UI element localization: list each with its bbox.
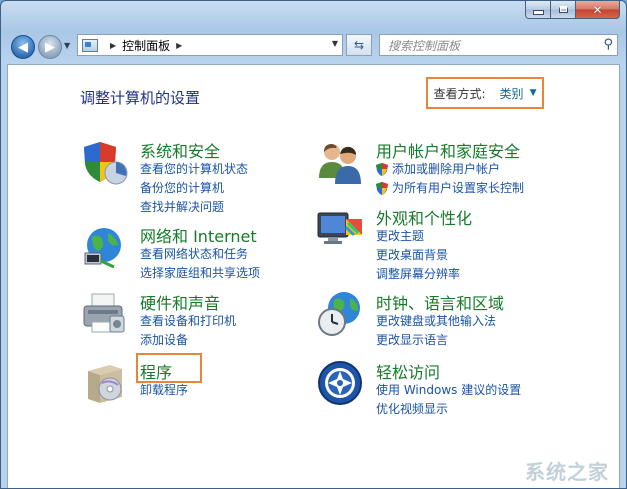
shield-chart-icon[interactable] [80, 138, 128, 186]
forward-button[interactable]: ▶ [38, 35, 62, 59]
forward-arrow-icon: ▶ [45, 39, 55, 55]
link-screen-resolution[interactable]: 调整屏幕分辨率 [376, 265, 460, 284]
ease-of-access-icon[interactable] [316, 359, 364, 407]
category-title[interactable]: 硬件和声音 [140, 290, 220, 314]
view-mode-selector[interactable]: 查看方式: 类别 ▼ [426, 77, 544, 109]
link-add-device[interactable]: 添加设备 [140, 331, 236, 350]
search-placeholder: 搜索控制面板 [388, 38, 461, 53]
link-find-fix-problems[interactable]: 查找并解决问题 [140, 198, 248, 217]
recent-pages-dropdown[interactable]: ▼ [64, 41, 70, 50]
address-bar[interactable]: ▶ 控制面板 ▶ ▼ [77, 34, 343, 56]
back-arrow-icon: ◀ [18, 39, 28, 55]
breadcrumb-separator-icon[interactable]: ▶ [110, 41, 116, 50]
category-title[interactable]: 时钟、语言和区域 [376, 290, 504, 314]
category-title[interactable]: 网络和 Internet [140, 223, 257, 247]
printer-icon[interactable] [80, 290, 128, 338]
address-dropdown-icon[interactable]: ▼ [332, 39, 338, 48]
view-mode-label: 查看方式: [433, 86, 486, 101]
clock-globe-icon[interactable] [316, 290, 364, 338]
link-view-computer-status[interactable]: 查看您的计算机状态 [140, 160, 248, 179]
link-view-network-status[interactable]: 查看网络状态和任务 [140, 245, 260, 264]
category-title[interactable]: 轻松访问 [376, 359, 440, 383]
programs-box-icon[interactable] [80, 359, 128, 407]
breadcrumb-control-panel[interactable]: 控制面板 [122, 37, 170, 54]
close-button[interactable]: ✕ [576, 1, 620, 19]
link-windows-recommended[interactable]: 使用 Windows 建议的设置 [376, 381, 521, 400]
control-panel-icon [82, 38, 98, 52]
link-devices-printers[interactable]: 查看设备和打印机 [140, 312, 236, 331]
category-title[interactable]: 系统和安全 [140, 138, 220, 162]
link-homegroup-sharing[interactable]: 选择家庭组和共享选项 [140, 264, 260, 283]
search-icon[interactable]: ⚲ [603, 37, 613, 52]
breadcrumb-chevron-icon[interactable]: ▶ [176, 41, 182, 50]
maximize-icon [558, 6, 568, 13]
watermark-logo: 系统之家 [525, 460, 609, 484]
refresh-button[interactable]: ⇆ [346, 34, 372, 56]
link-parental-controls[interactable]: 为所有用户设置家长控制 [376, 179, 524, 198]
link-change-display-language[interactable]: 更改显示语言 [376, 331, 496, 350]
search-input[interactable]: 搜索控制面板 ⚲ [379, 34, 618, 56]
minimize-icon [532, 10, 544, 15]
uac-shield-icon [376, 182, 388, 195]
view-mode-value[interactable]: 类别 [500, 85, 524, 102]
monitor-palette-icon[interactable] [316, 205, 364, 253]
category-title[interactable]: 用户帐户和家庭安全 [376, 138, 520, 162]
network-globe-icon[interactable] [80, 223, 128, 271]
back-button[interactable]: ◀ [11, 35, 35, 59]
minimize-button[interactable] [525, 1, 551, 19]
link-backup-computer[interactable]: 备份您的计算机 [140, 179, 248, 198]
uac-shield-icon [376, 163, 388, 176]
control-panel-window: ✕ ◀ ▶ ▼ ▶ 控制面板 ▶ ▼ ⇆ 搜索控制面板 ⚲ 调整计算机的设置 查… [0, 0, 627, 489]
page-title: 调整计算机的设置 [80, 89, 201, 107]
refresh-icon: ⇆ [353, 38, 365, 52]
link-change-theme[interactable]: 更改主题 [376, 227, 460, 246]
chevron-down-icon[interactable]: ▼ [530, 88, 537, 98]
content-pane: 调整计算机的设置 查看方式: 类别 ▼ 系统和安全 查看您的计算机状态 备份您的… [7, 64, 620, 488]
link-change-keyboard[interactable]: 更改键盘或其他输入法 [376, 312, 496, 331]
link-add-remove-accounts[interactable]: 添加或删除用户帐户 [376, 160, 524, 179]
caption-buttons: ✕ [525, 1, 620, 19]
maximize-button[interactable] [551, 1, 576, 19]
link-uninstall-program[interactable]: 卸载程序 [140, 381, 188, 400]
category-title[interactable]: 程序 [140, 359, 172, 383]
category-title[interactable]: 外观和个性化 [376, 205, 472, 229]
users-icon[interactable] [316, 138, 364, 186]
link-text[interactable]: 添加或删除用户帐户 [392, 160, 500, 179]
link-text[interactable]: 为所有用户设置家长控制 [392, 179, 524, 198]
link-change-background[interactable]: 更改桌面背景 [376, 246, 460, 265]
link-optimize-display[interactable]: 优化视频显示 [376, 400, 521, 419]
close-icon: ✕ [592, 2, 603, 17]
